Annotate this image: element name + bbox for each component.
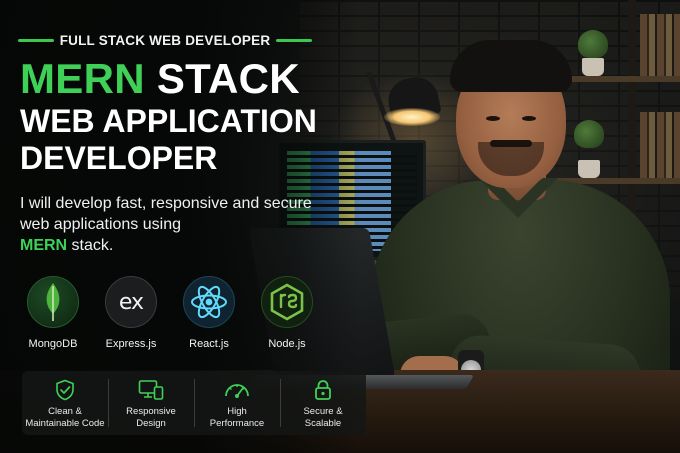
tech-react: React.js xyxy=(176,276,242,350)
feature-performance: High Performance xyxy=(194,371,280,435)
headline: MERN STACK WEB APPLICATION DEVELOPER xyxy=(20,58,317,176)
feature-bar: Clean & Maintainable Code Responsive Des… xyxy=(22,371,366,435)
express-ex-icon: ex xyxy=(105,276,157,328)
speedometer-icon xyxy=(225,384,249,398)
headline-rest: STACK xyxy=(144,55,300,102)
tech-label: MongoDB xyxy=(28,338,78,350)
tech-label: React.js xyxy=(189,338,229,350)
headline-line-1: MERN STACK xyxy=(20,58,317,100)
tagline-line-right xyxy=(276,38,312,42)
tech-label: Node.js xyxy=(268,338,306,350)
tech-label: Express.js xyxy=(105,338,157,350)
feature-responsive: Responsive Design xyxy=(108,371,194,435)
headline-line-2: WEB APPLICATION xyxy=(20,103,317,139)
shield-check-icon xyxy=(56,379,74,401)
tagline: FULL STACK WEB DEVELOPER xyxy=(18,32,312,48)
description-suffix: stack. xyxy=(67,237,114,254)
express-glyph: ex xyxy=(118,289,144,315)
feature-label: Responsive Design xyxy=(126,406,176,429)
tech-stack: MongoDB ex Express.js React.js Node.js xyxy=(20,276,320,350)
tech-node: Node.js xyxy=(254,276,320,350)
tech-express: ex Express.js xyxy=(98,276,164,350)
tagline-text: FULL STACK WEB DEVELOPER xyxy=(59,32,271,48)
headline-accent: MERN xyxy=(20,55,145,102)
eye-left xyxy=(486,116,500,121)
hair xyxy=(450,40,572,92)
feature-label: High Performance xyxy=(209,406,265,429)
react-atom-icon xyxy=(183,276,235,328)
feature-label: Clean & Maintainable Code xyxy=(25,406,105,429)
description: I will develop fast, responsive and secu… xyxy=(20,193,320,256)
feature-label: Secure & Scalable xyxy=(303,406,343,429)
tech-mongodb: MongoDB xyxy=(20,276,86,350)
nodejs-hexagon-icon xyxy=(261,276,313,328)
devices-icon xyxy=(138,380,164,400)
eye-right xyxy=(522,116,536,121)
description-text: I will develop fast, responsive and secu… xyxy=(20,195,312,233)
headline-line-3: DEVELOPER xyxy=(20,140,218,176)
feature-secure: Secure & Scalable xyxy=(280,371,366,435)
lock-icon xyxy=(315,380,331,400)
tagline-line-left xyxy=(18,38,54,42)
feature-clean-code: Clean & Maintainable Code xyxy=(22,371,108,435)
mustache xyxy=(490,140,532,147)
description-accent: MERN xyxy=(20,237,68,254)
mongodb-leaf-icon xyxy=(27,276,79,328)
